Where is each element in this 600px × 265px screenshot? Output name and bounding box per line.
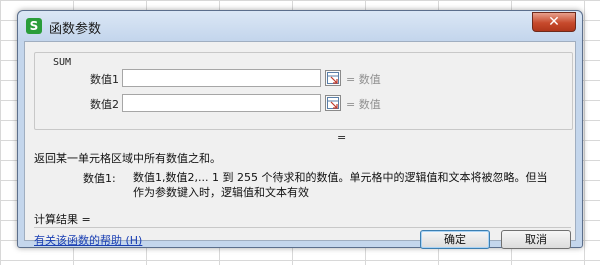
function-arguments-dialog: S 函数参数 ✕ SUM 数值1 = 数值 数值2 = 数值 = 返回某一单元格… <box>17 10 583 249</box>
arg2-range-picker-button[interactable] <box>325 95 341 111</box>
arg2-result: = 数值 <box>346 98 381 111</box>
arg1-input[interactable] <box>122 69 321 87</box>
function-description: 返回某一单元格区域中所有数值之和。 <box>34 152 221 165</box>
function-name: SUM <box>50 57 75 68</box>
divider <box>34 227 571 228</box>
arg1-result: = 数值 <box>346 73 381 86</box>
param-help-name: 数值1: <box>83 172 116 185</box>
cancel-button[interactable]: 取消 <box>501 230 571 249</box>
arg1-range-picker-button[interactable] <box>325 70 341 86</box>
range-picker-icon <box>327 72 339 84</box>
formula-result: = <box>337 131 347 144</box>
ok-button[interactable]: 确定 <box>420 230 490 249</box>
arg1-label: 数值1 <box>90 73 119 86</box>
arg2-input[interactable] <box>122 94 321 112</box>
range-picker-icon <box>327 97 339 109</box>
dialog-title: 函数参数 <box>49 22 102 37</box>
title-bar[interactable]: S 函数参数 ✕ <box>18 11 582 41</box>
param-help-text: 数值1,数值2,... 1 到 255 个待求和的数值。单元格中的逻辑值和文本将… <box>133 171 548 199</box>
arguments-group: SUM 数值1 = 数值 数值2 = 数值 <box>34 52 573 130</box>
dialog-body: SUM 数值1 = 数值 数值2 = 数值 = 返回某一单元格区域中所有数值之和… <box>24 41 576 249</box>
close-button[interactable]: ✕ <box>532 12 576 32</box>
arg2-label: 数值2 <box>90 98 119 111</box>
function-help-link[interactable]: 有关该函数的帮助 (H) <box>34 232 142 248</box>
calc-result-label: 计算结果 = <box>34 213 91 226</box>
wps-spreadsheet-icon: S <box>26 18 42 34</box>
